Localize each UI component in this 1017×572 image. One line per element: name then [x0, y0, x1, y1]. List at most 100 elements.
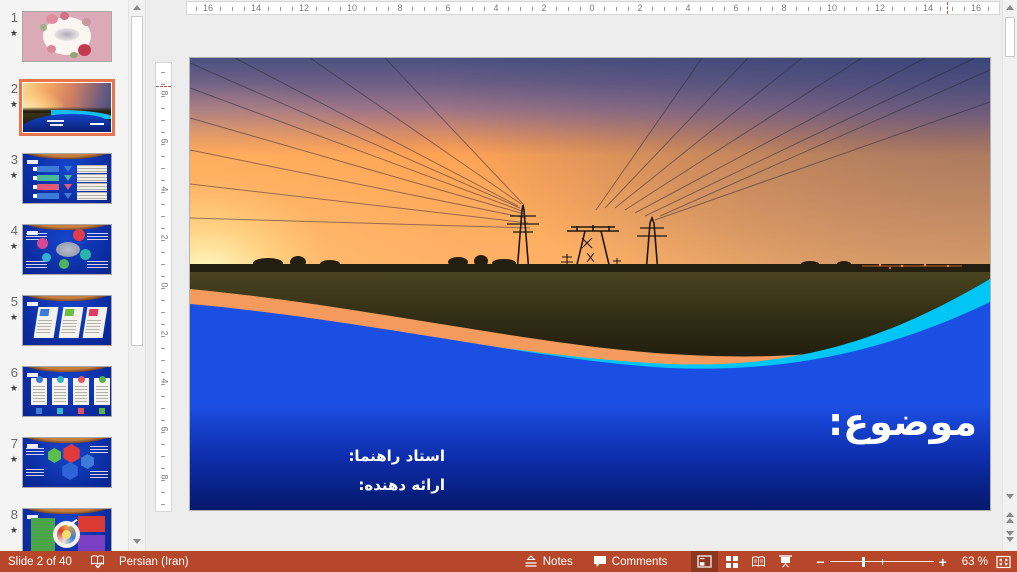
slide-number: 3 [10, 152, 18, 167]
fit-to-window-icon [996, 555, 1011, 568]
powerpoint-window: 1 ★ 2 ★ 3 ★ 4 ★ 5 ★ 6 ★ 7 ★ 8 ★ 16 14 12 10 8 6 4 2 0 2 4 6 8 10 12 14… [0, 0, 1017, 572]
slide-thumbnail-row[interactable]: 6 ★ [0, 366, 128, 417]
slide-sorter-button[interactable] [718, 551, 745, 572]
previous-slide-icon[interactable] [1003, 510, 1017, 525]
normal-view-icon [697, 555, 713, 568]
slide-thumbnail-row[interactable]: 7 ★ [0, 437, 128, 488]
ruler-number: 8 [158, 474, 169, 480]
ruler-number: 12 [872, 3, 888, 14]
star-icon: ★ [9, 454, 18, 464]
slide-sorter-icon [725, 555, 738, 568]
scroll-up-icon[interactable] [129, 0, 145, 15]
next-slide-icon[interactable] [1003, 529, 1017, 544]
slide-thumbnail-row[interactable]: 2 ★ [0, 82, 128, 133]
slide-canvas[interactable]: موضوع: استاد راهنما: ارائه دهنده: [190, 58, 990, 510]
thumbnail-preview [23, 12, 111, 61]
horizontal-ruler: 16 14 12 10 8 6 4 2 0 2 4 6 8 10 12 14 16 [186, 1, 1000, 15]
ruler-number: 8 [779, 3, 789, 14]
slide-thumbnail-5[interactable] [22, 295, 112, 346]
slide-scrollbar-thumb[interactable] [1005, 17, 1015, 57]
thumbnail-scrollbar[interactable] [128, 0, 146, 551]
ruler-cursor-marker [947, 2, 948, 14]
slide-thumbnail-row[interactable]: 4 ★ [0, 224, 128, 275]
ruler-number: 14 [248, 3, 264, 14]
slide-number: 8 [10, 507, 18, 522]
slide-thumbnail-row[interactable]: 3 ★ [0, 153, 128, 204]
star-icon: ★ [9, 241, 18, 251]
slide-thumbnail-3[interactable] [22, 153, 112, 204]
thumbnail-scrollbar-thumb[interactable] [131, 16, 143, 346]
thumbnail-gutter: 2 ★ [0, 82, 22, 133]
thumbnail-gutter: 3 ★ [0, 153, 22, 204]
slide-title-textbox[interactable]: موضوع: [828, 398, 977, 446]
ruler-number: 2 [635, 3, 645, 14]
ruler-number: 6 [443, 3, 453, 14]
presenter-line: ارائه دهنده: [358, 476, 445, 494]
ruler-number: 0 [587, 3, 597, 14]
ruler-number: 16 [200, 3, 216, 14]
slide-thumbnail-1[interactable] [22, 11, 112, 62]
zoom-slider[interactable] [829, 555, 934, 569]
ruler-number: 6 [158, 426, 169, 432]
ruler-number: 10 [344, 3, 360, 14]
slide-thumbnail-6[interactable] [22, 366, 112, 417]
slide-indicator[interactable]: Slide 2 of 40 [8, 556, 72, 568]
thumbnail-gutter: 5 ★ [0, 295, 22, 346]
slideshow-icon [779, 555, 793, 568]
thumbnail-preview [23, 296, 111, 345]
slide-thumbnail-4[interactable] [22, 224, 112, 275]
reading-view-icon [752, 556, 766, 567]
ruler-number: 12 [296, 3, 312, 14]
fit-to-window-button[interactable] [996, 555, 1011, 569]
comments-button[interactable]: Comments [583, 551, 678, 572]
scroll-up-icon[interactable] [1003, 0, 1017, 15]
ruler-number: 4 [158, 186, 169, 192]
notes-button[interactable]: Notes [514, 551, 583, 572]
thumbnail-preview [23, 154, 111, 203]
slide-thumbnail-2[interactable] [22, 82, 112, 133]
ruler-number: 10 [824, 3, 840, 14]
slide-number: 5 [10, 294, 18, 309]
scroll-down-icon[interactable] [129, 534, 145, 549]
slide-number: 1 [10, 10, 18, 25]
slide-thumbnail-row[interactable]: 8 ★ [0, 508, 128, 551]
slide-number: 4 [10, 223, 18, 238]
ruler-number: 6 [158, 138, 169, 144]
ruler-number: 2 [539, 3, 549, 14]
thumbnail-gutter: 8 ★ [0, 508, 22, 551]
thumbnail-gutter: 6 ★ [0, 366, 22, 417]
slide-thumbnail-list[interactable]: 1 ★ 2 ★ 3 ★ 4 ★ 5 ★ 6 ★ 7 ★ 8 ★ [0, 0, 128, 551]
slide-thumbnail-row[interactable]: 5 ★ [0, 295, 128, 346]
slide-area-scrollbar[interactable] [1002, 0, 1017, 551]
slide-thumbnail-8[interactable] [22, 508, 112, 551]
scroll-down-icon[interactable] [1003, 489, 1017, 504]
vertical-ruler: 8 6 4 2 0 2 4 6 8 [155, 62, 172, 512]
notes-label: Notes [542, 555, 573, 568]
zoom-in-button[interactable]: + [934, 555, 952, 569]
zoom-out-button[interactable]: − [811, 555, 829, 569]
ruler-number: 8 [395, 3, 405, 14]
thumbnail-gutter: 1 ★ [0, 11, 22, 62]
slide-number: 7 [10, 436, 18, 451]
slide-thumbnail-7[interactable] [22, 437, 112, 488]
ruler-cursor-marker [156, 86, 171, 87]
supervisor-line: استاد راهنما: [348, 447, 445, 465]
ruler-number: 8 [158, 90, 169, 96]
zoom-slider-thumb[interactable] [861, 556, 865, 567]
language-indicator[interactable]: Persian (Iran) [119, 556, 189, 568]
reading-view-button[interactable] [745, 551, 772, 572]
zoom-percent[interactable]: 63 % [962, 556, 988, 568]
comments-label: Comments [611, 555, 668, 568]
slide-subtitle-textbox[interactable]: استاد راهنما: ارائه دهنده: [348, 442, 445, 500]
star-icon: ★ [9, 170, 18, 180]
slide-thumbnail-row[interactable]: 1 ★ [0, 11, 128, 62]
thumbnail-gutter: 4 ★ [0, 224, 22, 275]
ruler-number: 6 [731, 3, 741, 14]
thumbnail-preview [23, 225, 111, 274]
star-icon: ★ [9, 99, 18, 109]
spellcheck-icon[interactable] [90, 554, 106, 569]
notes-icon [524, 555, 538, 568]
normal-view-button[interactable] [691, 551, 719, 572]
thumbnail-preview [23, 367, 111, 416]
slideshow-button[interactable] [772, 551, 799, 572]
